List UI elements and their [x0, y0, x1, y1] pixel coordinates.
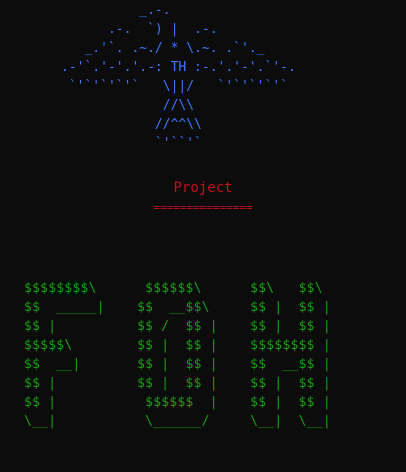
bird-ascii-art: _.-. .-. `) | .-. _.'`. .~./ * \.~. .`'.… — [61, 3, 296, 151]
project-title-underline: =============== — [153, 201, 253, 214]
project-title: Project — [173, 180, 233, 196]
terminal-window: _.-. .-. `) | .-. _.'`. .~./ * \.~. .`'.… — [0, 0, 406, 472]
banner-ascii-art: $$$$$$$$\ $$$$$$\ $$\ $$\ $$ _____| $$ _… — [24, 281, 331, 429]
